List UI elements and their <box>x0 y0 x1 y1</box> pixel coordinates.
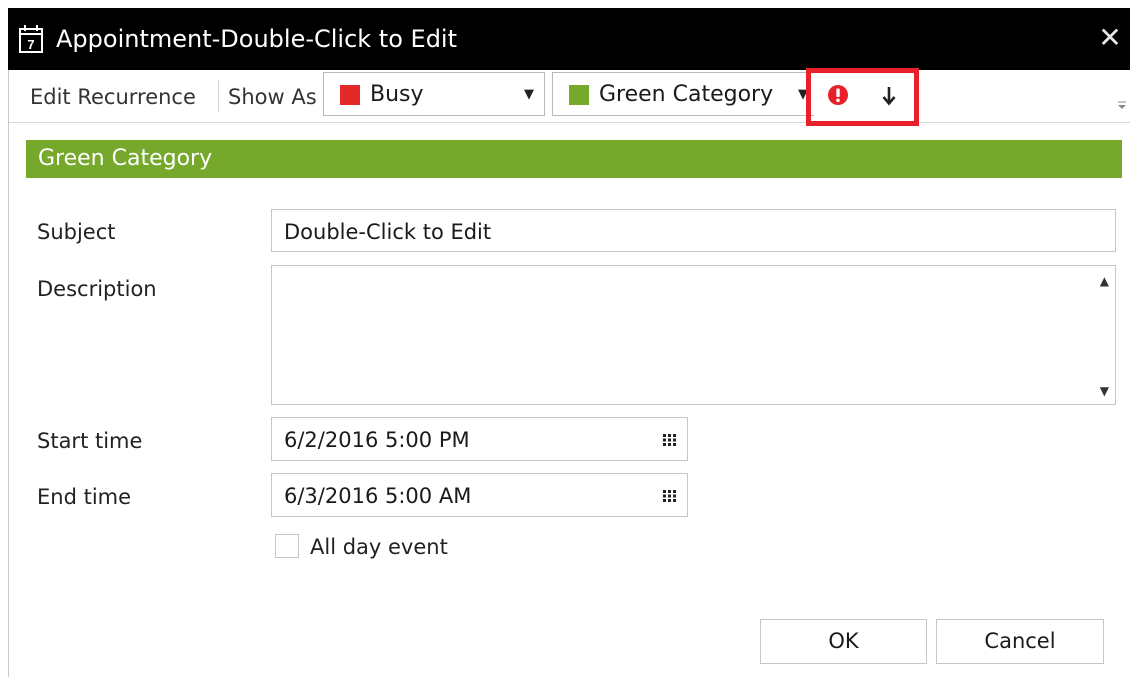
toolbar-overflow-icon[interactable] <box>1116 100 1128 110</box>
calendar-grid-icon[interactable] <box>663 490 677 502</box>
window-title: Appointment-Double-Click to Edit <box>56 25 458 53</box>
start-time-label: Start time <box>37 429 143 453</box>
close-icon[interactable]: ✕ <box>1096 24 1124 52</box>
category-banner-text: Green Category <box>38 146 213 171</box>
ok-button[interactable]: OK <box>760 619 927 664</box>
high-importance-icon[interactable] <box>827 84 849 106</box>
start-time-picker[interactable]: 6/2/2016 5:00 PM <box>271 417 688 461</box>
description-label: Description <box>37 277 157 301</box>
priority-highlight-box <box>806 68 919 126</box>
subject-label: Subject <box>37 220 116 244</box>
start-time-value: 6/2/2016 5:00 PM <box>284 428 470 452</box>
description-textarea[interactable]: ▲ ▼ <box>271 265 1116 405</box>
show-as-dropdown[interactable]: Busy ▼ <box>323 72 545 116</box>
end-time-value: 6/3/2016 5:00 AM <box>284 484 472 508</box>
toolbar: Edit Recurrence Show As Busy ▼ Green Cat… <box>9 70 1130 123</box>
scroll-up-icon[interactable]: ▲ <box>1100 274 1109 288</box>
toolbar-separator <box>218 80 219 112</box>
end-time-picker[interactable]: 6/3/2016 5:00 AM <box>271 473 688 517</box>
chevron-down-icon: ▼ <box>524 87 534 102</box>
show-as-value: Busy <box>370 82 424 107</box>
all-day-label: All day event <box>310 535 448 559</box>
edit-recurrence-button[interactable]: Edit Recurrence <box>30 84 196 110</box>
category-dropdown[interactable]: Green Category ▼ <box>552 72 814 116</box>
title-bar: 7 Appointment-Double-Click to Edit ✕ <box>8 8 1130 70</box>
show-as-label: Show As <box>228 85 317 109</box>
category-value: Green Category <box>599 82 774 107</box>
low-importance-arrow-icon[interactable] <box>880 83 898 109</box>
category-swatch <box>569 85 589 105</box>
all-day-checkbox[interactable] <box>275 534 299 558</box>
subject-value: Double-Click to Edit <box>284 220 492 244</box>
category-banner: Green Category <box>26 140 1122 178</box>
svg-text:7: 7 <box>27 37 34 52</box>
subject-input[interactable]: Double-Click to Edit <box>271 209 1116 252</box>
calendar-grid-icon[interactable] <box>663 434 677 446</box>
scroll-down-icon[interactable]: ▼ <box>1100 384 1109 398</box>
end-time-label: End time <box>37 485 132 509</box>
busy-swatch <box>340 85 360 105</box>
calendar-icon: 7 <box>19 25 43 53</box>
cancel-button[interactable]: Cancel <box>936 619 1104 664</box>
